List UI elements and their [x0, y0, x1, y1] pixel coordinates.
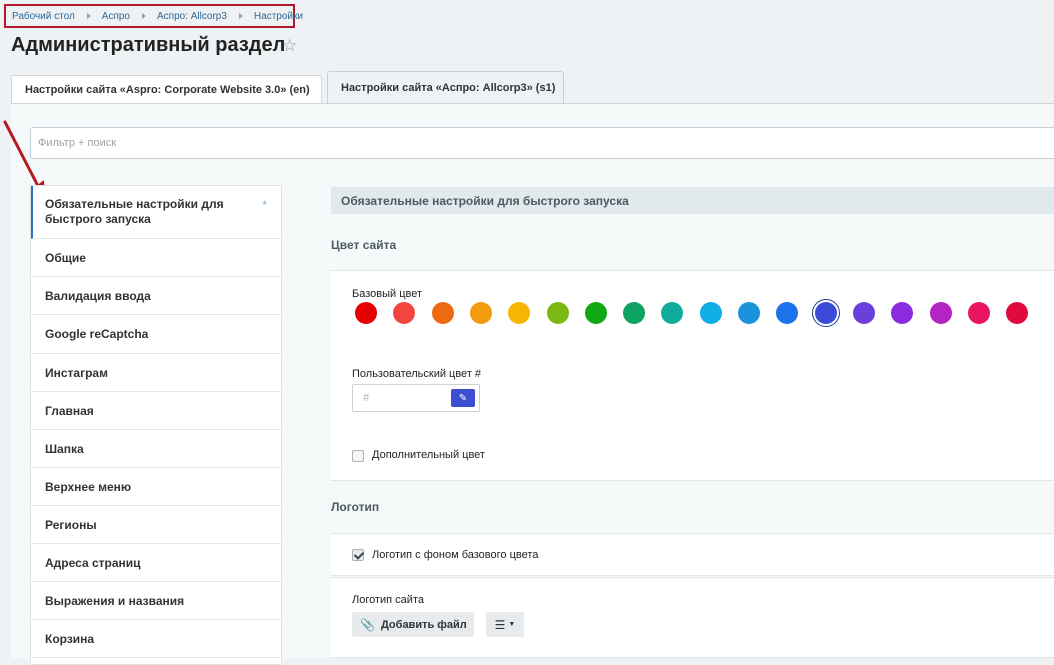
paperclip-icon: 📎: [360, 617, 375, 632]
sidebar-item-label: Общие: [45, 250, 86, 265]
breadcrumb-item-desktop[interactable]: Рабочий стол: [12, 11, 75, 22]
tab-site-en[interactable]: Настройки сайта «Aspro: Corporate Websit…: [11, 75, 322, 104]
color-swatch[interactable]: [891, 302, 913, 324]
sidebar-item-label: Главная: [45, 403, 94, 418]
base-color-card: Базовый цвет: [331, 270, 1054, 351]
sidebar-item-phrases[interactable]: Выражения и названия: [31, 582, 281, 620]
color-swatch[interactable]: [738, 302, 760, 324]
breadcrumb-item-settings[interactable]: Настройки: [254, 11, 303, 22]
hamburger-icon: ☰: [494, 617, 506, 632]
breadcrumb-item-aspro[interactable]: Аспро: [102, 11, 130, 22]
sidebar-item-label: Google reCaptcha: [45, 327, 149, 341]
color-swatch[interactable]: [547, 302, 569, 324]
sidebar-item-page-urls[interactable]: Адреса страниц: [31, 544, 281, 582]
sidebar-item-label: Корзина: [45, 631, 95, 646]
extra-color-label: Дополнительный цвет: [372, 449, 485, 461]
custom-color-input[interactable]: [361, 391, 445, 405]
star-icon[interactable]: ☆: [282, 36, 297, 56]
sidebar-item-label: Регионы: [45, 517, 97, 532]
settings-sidebar: Обязательные настройки для быстрого запу…: [30, 185, 282, 665]
logo-title: Логотип: [331, 500, 380, 514]
add-file-button[interactable]: 📎 Добавить файл: [352, 612, 474, 637]
sidebar-item-general[interactable]: Общие: [31, 239, 281, 277]
site-logo-card: Логотип сайта 📎 Добавить файл ☰ ▼: [331, 577, 1054, 658]
breadcrumb: Рабочий стол Аспро Аспро: Allcorp3 Настр…: [4, 4, 303, 28]
breadcrumb-separator-icon: [142, 13, 146, 19]
sidebar-item-quick-start[interactable]: Обязательные настройки для быстрого запу…: [31, 186, 281, 239]
sidebar-item-label: Валидация ввода: [45, 288, 151, 303]
chevron-down-icon: ▼: [508, 621, 516, 628]
logo-bg-label: Логотип с фоном базового цвета: [372, 549, 539, 561]
sidebar-item-recaptcha[interactable]: Google reCaptcha: [31, 315, 281, 354]
add-file-label: Добавить файл: [380, 618, 467, 631]
color-swatch[interactable]: [661, 302, 683, 324]
custom-color-label: Пользовательский цвет #: [352, 368, 482, 380]
logo-bg-card: Логотип с фоном базового цвета: [331, 533, 1054, 576]
sidebar-item-label: Шапка: [45, 441, 84, 456]
page-title: Административный раздел: [11, 34, 286, 56]
site-logo-label: Логотип сайта: [352, 594, 424, 606]
active-marker-icon: *: [262, 198, 267, 212]
extra-color-card: Дополнительный цвет: [331, 431, 1054, 481]
sidebar-item-main[interactable]: Главная: [31, 392, 281, 430]
tab-site-s1[interactable]: Настройки сайта «Аспро: Allcorp3» (s1): [327, 71, 564, 104]
color-swatch[interactable]: [355, 302, 377, 324]
color-swatch[interactable]: [815, 302, 837, 324]
eyedropper-icon: ✎: [458, 392, 468, 404]
breadcrumb-separator-icon: [86, 13, 91, 19]
filter-search-input[interactable]: [30, 127, 1054, 159]
base-color-label: Базовый цвет: [352, 288, 423, 300]
color-swatch[interactable]: [393, 302, 415, 324]
section-header: Обязательные настройки для быстрого запу…: [331, 187, 1054, 214]
color-swatch[interactable]: [930, 302, 952, 324]
sidebar-item-top-menu[interactable]: Верхнее меню: [31, 468, 281, 506]
color-picker-button[interactable]: ✎: [451, 389, 475, 407]
color-swatch[interactable]: [623, 302, 645, 324]
sidebar-item-regions[interactable]: Регионы: [31, 506, 281, 544]
sidebar-item-label: Инстаграм: [45, 365, 108, 380]
color-swatch[interactable]: [432, 302, 454, 324]
logo-bg-checkbox[interactable]: [352, 549, 364, 561]
extra-color-checkbox[interactable]: [352, 450, 364, 462]
custom-color-card: Пользовательский цвет # ✎: [331, 350, 1054, 432]
color-swatch[interactable]: [585, 302, 607, 324]
color-swatch[interactable]: [470, 302, 492, 324]
site-color-title: Цвет сайта: [331, 238, 397, 252]
sidebar-item-label: Верхнее меню: [45, 479, 132, 494]
breadcrumb-separator-icon: [238, 13, 243, 19]
color-swatch[interactable]: [1006, 302, 1028, 324]
sidebar-item-label: Выражения и названия: [45, 593, 185, 608]
color-swatch[interactable]: [776, 302, 798, 324]
breadcrumb-item-allcorp3[interactable]: Аспро: Allcorp3: [157, 11, 227, 22]
file-menu-button[interactable]: ☰ ▼: [486, 612, 524, 637]
sidebar-item-label: Адреса страниц: [45, 555, 141, 570]
sidebar-item-instagram[interactable]: Инстаграм: [31, 354, 281, 392]
custom-color-field: ✎: [352, 384, 480, 412]
sidebar-item-validation[interactable]: Валидация ввода: [31, 277, 281, 315]
color-swatch[interactable]: [968, 302, 990, 324]
color-swatch[interactable]: [853, 302, 875, 324]
sidebar-item-label: Обязательные настройки для быстрого запу…: [45, 197, 224, 226]
color-swatch[interactable]: [508, 302, 530, 324]
sidebar-item-cart[interactable]: Корзина: [31, 620, 281, 658]
color-swatch[interactable]: [700, 302, 722, 324]
sidebar-item-header[interactable]: Шапка: [31, 430, 281, 468]
